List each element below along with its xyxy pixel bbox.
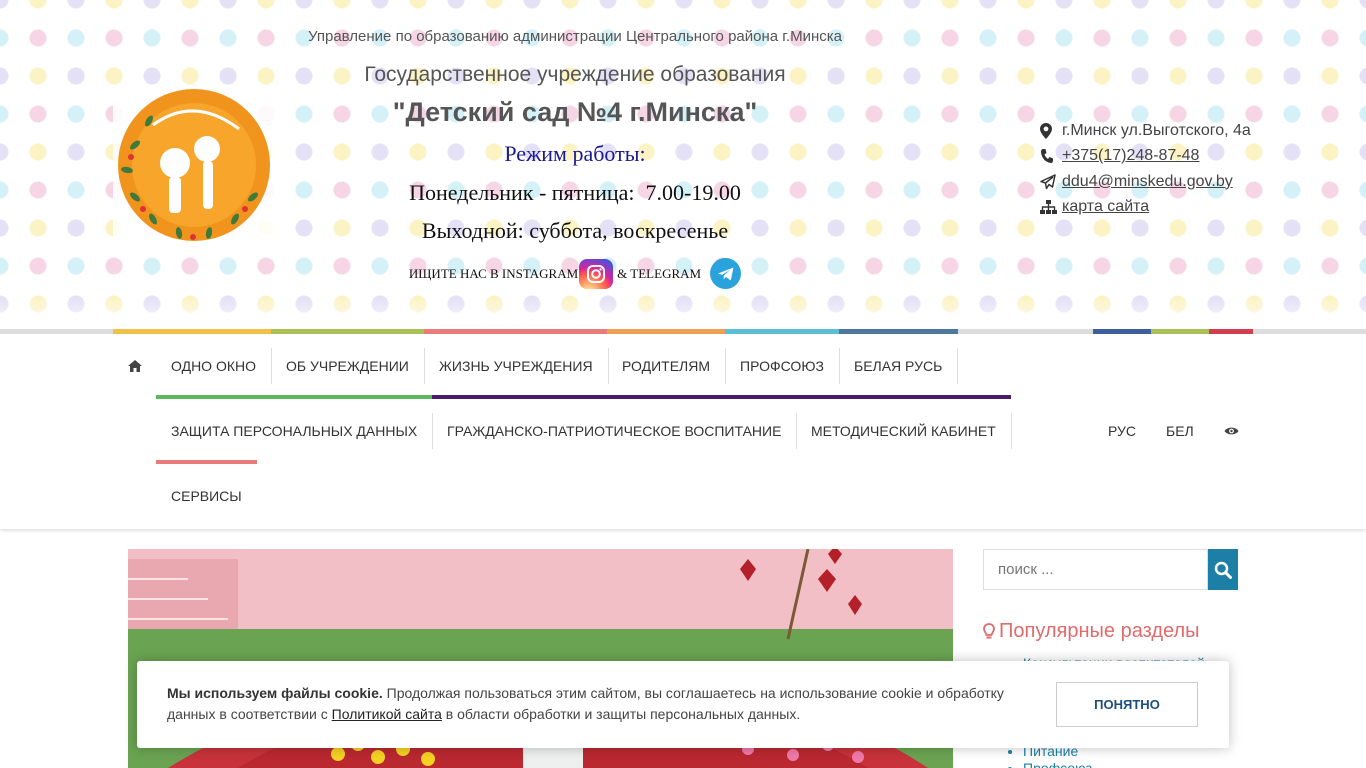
send-icon <box>1040 174 1062 190</box>
privacy-policy-link[interactable]: Политикой сайта <box>332 706 442 722</box>
main-nav: ОДНО ОКНО ОБ УЧРЕЖДЕНИИ ЖИЗНЬ УЧРЕЖДЕНИЯ… <box>0 334 1366 529</box>
org-name: Управление по образованию администрации … <box>308 28 842 45</box>
nav-item-data-protection[interactable]: ЗАЩИТА ПЕРСОНАЛЬНЫХ ДАННЫХ <box>156 413 434 449</box>
instagram-icon[interactable] <box>579 258 614 289</box>
hours-title: Режим работы: <box>504 141 646 166</box>
popular-sections-heading: Популярные разделы <box>983 620 1200 643</box>
address-text: г.Минск ул.Выготского, 4а <box>1062 121 1251 139</box>
nav-item-about[interactable]: ОБ УЧРЕЖДЕНИИ <box>271 348 425 384</box>
cookie-accept-button[interactable]: ПОНЯТНО <box>1056 682 1198 727</box>
nav-underline <box>432 395 1011 399</box>
phone-icon <box>1040 148 1062 164</box>
eye-icon[interactable] <box>1209 399 1254 463</box>
cookie-bold: Мы используем файлы cookie. <box>167 685 383 701</box>
nav-item-parents[interactable]: РОДИТЕЛЯМ <box>607 348 727 384</box>
popular-sections-title: Популярные разделы <box>999 620 1200 642</box>
hours-weekdays: Понедельник - пятница: 7.00-19.00 <box>409 180 741 205</box>
lightbulb-icon <box>983 622 995 641</box>
instagram-text: ИЩИТЕ НАС В INSTAGRAM <box>408 265 579 281</box>
nav-item-services[interactable]: СЕРВИСЫ <box>156 464 257 528</box>
institution-type: Государственное учреждение образования <box>364 63 786 86</box>
nav-item-methodical-office[interactable]: МЕТОДИЧЕСКИЙ КАБИНЕТ <box>796 413 1012 449</box>
sitemap-icon <box>1040 200 1062 215</box>
sitemap-link[interactable]: карта сайта <box>1062 198 1149 216</box>
contacts: г.Минск ул.Выготского, 4а +375(17)248-87… <box>1040 118 1251 220</box>
institution-name: "Детский сад №4 г.Минска" <box>392 97 758 127</box>
phone-link[interactable]: +375(17)248-87-48 <box>1062 147 1199 165</box>
nav-item-life[interactable]: ЖИЗНЬ УЧРЕЖДЕНИЯ <box>424 348 609 384</box>
home-icon[interactable] <box>113 334 157 398</box>
search-button[interactable] <box>1208 549 1238 590</box>
cookie-banner: Мы используем файлы cookie. Продолжая по… <box>137 661 1229 748</box>
kindergarten-logo-icon[interactable] <box>113 85 275 245</box>
search-input[interactable] <box>983 549 1208 590</box>
list-item[interactable]: Профсоюз <box>1023 760 1205 768</box>
nav-item-trade-union[interactable]: ПРОФСОЮЗ <box>725 348 840 384</box>
map-marker-icon <box>1040 122 1062 139</box>
nav-underline <box>156 395 432 399</box>
nav-item-belaya-rus[interactable]: БЕЛАЯ РУСЬ <box>839 348 959 384</box>
lang-be[interactable]: БЕЛ <box>1151 399 1209 463</box>
nav-item-one-window[interactable]: ОДНО ОКНО <box>156 348 272 384</box>
social-links: ИЩИТЕ НАС В INSTAGRAM & TELEGRAM <box>240 258 910 289</box>
lang-ru[interactable]: РУС <box>1093 399 1151 463</box>
telegram-icon[interactable] <box>710 258 742 289</box>
search-icon <box>1214 561 1232 579</box>
cookie-text-2: в области обработки и защиты персональны… <box>441 706 801 722</box>
email-link[interactable]: ddu4@minskedu.gov.by <box>1062 173 1233 191</box>
cookie-text: Мы используем файлы cookie. Продолжая по… <box>167 683 1027 725</box>
hours-weekend: Выходной: суббота, воскресенье <box>421 218 729 243</box>
nav-item-patriotic-education[interactable]: ГРАЖДАНСКО-ПАТРИОТИЧЕСКОЕ ВОСПИТАНИЕ <box>432 413 798 449</box>
telegram-text: & TELEGRAM <box>617 265 702 281</box>
